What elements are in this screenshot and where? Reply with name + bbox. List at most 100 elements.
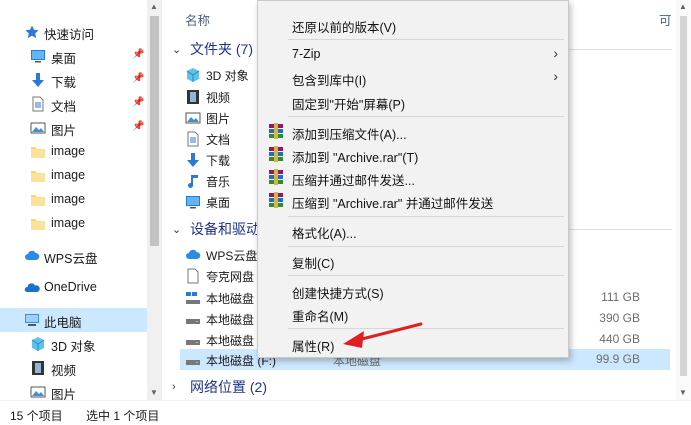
drive-icon — [185, 352, 201, 368]
nav-item-label: 图片 — [51, 124, 77, 138]
nav-item-image[interactable]: image — [0, 188, 147, 212]
nav-item-label: 此电脑 — [44, 316, 82, 330]
document-icon — [185, 131, 201, 147]
main-scrollbar[interactable]: ▲ ▼ — [676, 0, 691, 400]
folder-icon — [30, 168, 46, 184]
menu-item-include-in-library[interactable]: 包含到库中(I) › — [260, 66, 566, 88]
menu-item-7zip[interactable]: 7-Zip › — [260, 43, 566, 65]
menu-separator — [288, 116, 564, 117]
scroll-down-arrow-icon[interactable]: ▼ — [150, 388, 158, 397]
cloud-icon — [185, 247, 201, 263]
menu-item-copy[interactable]: 复制(C) — [260, 249, 566, 271]
item-size: 390 GB — [599, 311, 640, 325]
menu-item-restore-previous[interactable]: 还原以前的版本(V) — [260, 13, 566, 35]
item-name: 下载 — [206, 154, 231, 168]
menu-item-label: 固定到"开始"屏幕(P) — [292, 98, 406, 112]
picture-icon — [30, 120, 46, 136]
winrar-icon — [268, 169, 284, 185]
nav-item-label: OneDrive — [44, 280, 97, 294]
menu-item-create-shortcut[interactable]: 创建快捷方式(S) — [260, 279, 566, 301]
music-note-icon — [185, 173, 201, 189]
nav-item-documents[interactable]: 文档 📌 — [0, 92, 147, 116]
submenu-arrow-icon: › — [553, 45, 558, 61]
group-folders[interactable]: ⌄ 文件夹 (7) — [172, 39, 253, 59]
nav-item-image[interactable]: image — [0, 164, 147, 188]
scroll-up-arrow-icon[interactable]: ▲ — [150, 2, 158, 11]
menu-item-label: 7-Zip — [292, 47, 321, 61]
windows-drive-icon — [185, 290, 201, 306]
film-icon — [30, 360, 46, 376]
nav-item-label: image — [51, 168, 86, 182]
column-header-available[interactable]: 可 — [659, 10, 672, 29]
context-menu: 还原以前的版本(V) 7-Zip › 包含到库中(I) › 固定到"开始"屏幕(… — [257, 0, 569, 358]
item-name: 本地磁盘 — [206, 334, 255, 348]
desktop-icon — [185, 194, 201, 210]
nav-item-desktop[interactable]: 桌面 📌 — [0, 44, 147, 68]
picture-icon — [185, 110, 201, 126]
menu-item-label: 还原以前的版本(V) — [292, 21, 397, 35]
submenu-arrow-icon: › — [553, 68, 558, 84]
item-name: 本地磁盘 — [206, 292, 255, 306]
item-name: 本地磁盘 — [206, 313, 255, 327]
nav-item-wps-cloud[interactable]: WPS云盘 — [0, 244, 147, 268]
pin-icon: 📌 — [132, 73, 145, 84]
menu-item-add-to-archive[interactable]: 添加到压缩文件(A)... — [260, 120, 566, 142]
folder-icon — [30, 144, 46, 160]
main-scrollbar-thumb[interactable] — [680, 16, 687, 376]
nav-item-label: image — [51, 192, 86, 206]
menu-item-label: 包含到库中(I) — [292, 74, 367, 88]
drive-icon — [185, 311, 201, 327]
menu-separator — [288, 39, 564, 40]
group-network-label: 网络位置 (2) — [190, 379, 267, 395]
nav-item-downloads[interactable]: 下载 📌 — [0, 68, 147, 92]
nav-scrollbar-thumb[interactable] — [150, 16, 159, 246]
nav-item-videos[interactable]: 视频 — [0, 356, 147, 380]
menu-item-pin-to-start[interactable]: 固定到"开始"屏幕(P) — [260, 90, 566, 112]
menu-item-label: 属性(R) — [292, 340, 335, 354]
menu-item-label: 重命名(M) — [292, 310, 349, 324]
desktop-icon — [30, 48, 46, 64]
item-name: 音乐 — [206, 175, 231, 189]
scroll-down-arrow-icon[interactable]: ▼ — [679, 388, 687, 397]
file-icon — [185, 268, 201, 284]
scroll-up-arrow-icon[interactable]: ▲ — [679, 2, 687, 11]
menu-item-format[interactable]: 格式化(A)... — [260, 219, 566, 241]
menu-item-rename[interactable]: 重命名(M) — [260, 302, 566, 324]
winrar-icon — [268, 146, 284, 162]
nav-quick-access-label: 快速访问 — [44, 28, 95, 42]
cube-3d-icon — [30, 336, 46, 352]
nav-item-onedrive[interactable]: OneDrive — [0, 276, 147, 300]
menu-item-properties[interactable]: 属性(R) — [260, 332, 566, 354]
onedrive-cloud-icon — [24, 280, 40, 296]
column-header-name[interactable]: 名称 — [185, 10, 210, 29]
item-name: 文档 — [206, 133, 231, 147]
item-name: WPS云盘 — [206, 249, 258, 263]
nav-item-image[interactable]: image — [0, 140, 147, 164]
item-name: 3D 对象 — [206, 69, 249, 83]
group-network[interactable]: › 网络位置 (2) — [172, 377, 267, 397]
menu-item-label: 添加到 "Archive.rar"(T) — [292, 151, 419, 165]
nav-item-pictures[interactable]: 图片 📌 — [0, 116, 147, 140]
menu-item-compress-rar-email[interactable]: 压缩到 "Archive.rar" 并通过邮件发送 — [260, 189, 566, 211]
nav-item-label: image — [51, 144, 86, 158]
nav-item-label: image — [51, 216, 86, 230]
menu-item-compress-email[interactable]: 压缩并通过邮件发送... — [260, 166, 566, 188]
chevron-right-icon: › — [172, 381, 176, 393]
nav-scrollbar[interactable]: ▲ ▼ — [147, 0, 162, 400]
nav-item-label: 文档 — [51, 100, 77, 114]
nav-item-3d-objects[interactable]: 3D 对象 — [0, 332, 147, 356]
item-name: 桌面 — [206, 196, 231, 210]
item-size: 111 GB — [601, 290, 640, 304]
pin-icon: 📌 — [132, 97, 145, 108]
winrar-icon — [268, 192, 284, 208]
nav-quick-access[interactable]: 快速访问 — [0, 20, 147, 44]
computer-icon — [24, 312, 40, 328]
nav-item-this-pc[interactable]: 此电脑 — [0, 308, 147, 332]
item-size: 440 GB — [599, 332, 640, 346]
menu-item-label: 复制(C) — [292, 257, 335, 271]
menu-separator — [288, 246, 564, 247]
menu-item-add-to-archive-rar[interactable]: 添加到 "Archive.rar"(T) — [260, 143, 566, 165]
nav-item-image[interactable]: image — [0, 212, 147, 236]
drive-icon — [185, 332, 201, 348]
item-size: 99.9 GB — [595, 352, 640, 366]
